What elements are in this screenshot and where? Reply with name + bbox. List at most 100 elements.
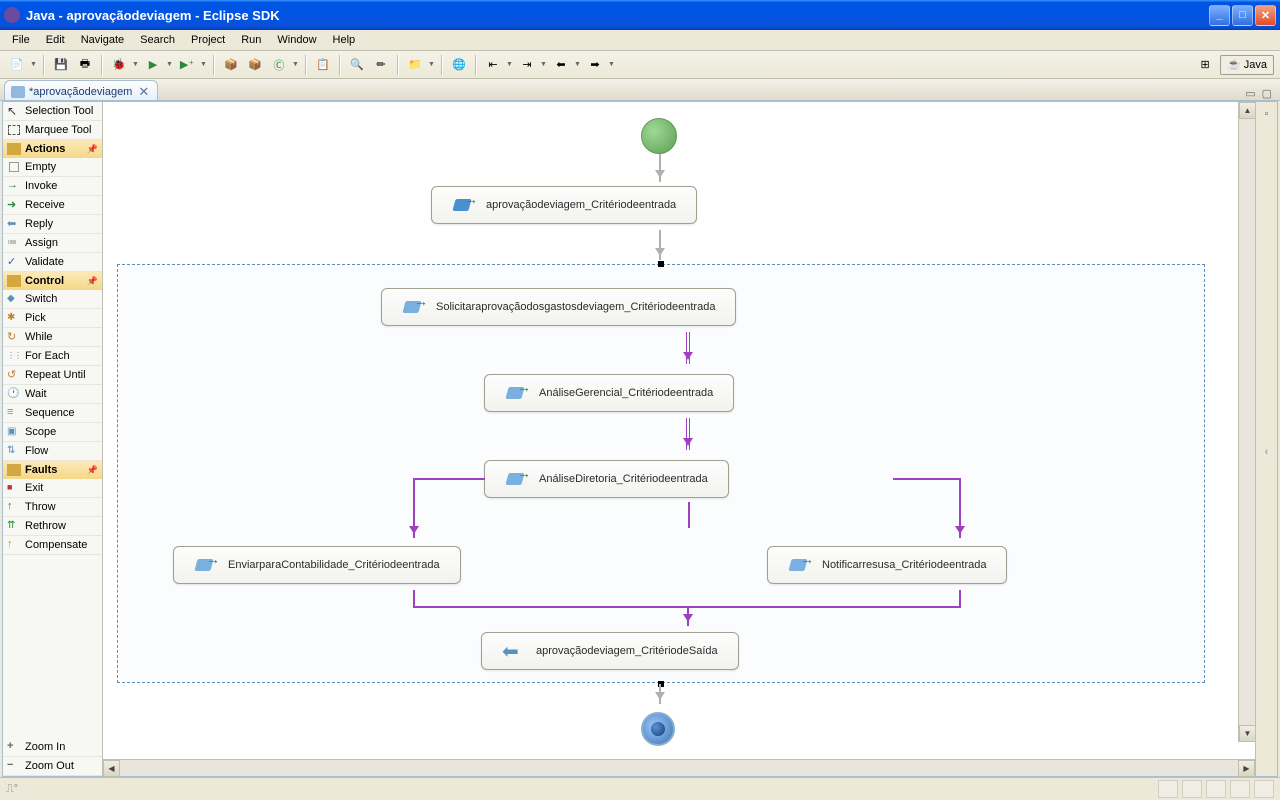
- activity-invoke-solicitar[interactable]: Solicitaraprovaçãodosgastosdeviagem_Crit…: [381, 288, 736, 326]
- tb-fwd[interactable]: ➡: [584, 54, 606, 76]
- activity-label: aprovaçãodeviagem_Critériodeentrada: [486, 199, 676, 211]
- tb-search[interactable]: 🔍: [346, 54, 368, 76]
- vertical-scrollbar[interactable]: ▲ ▼: [1238, 102, 1255, 742]
- scroll-down-button[interactable]: ▼: [1239, 725, 1255, 742]
- pin-icon[interactable]: 📌: [87, 465, 98, 476]
- palette-while[interactable]: While: [3, 328, 102, 347]
- compensate-icon: [7, 538, 21, 552]
- palette-pick[interactable]: Pick: [3, 309, 102, 328]
- palette-switch[interactable]: Switch: [3, 290, 102, 309]
- palette-receive[interactable]: Receive: [3, 196, 102, 215]
- scroll-left-button[interactable]: ◀: [103, 760, 120, 777]
- menu-navigate[interactable]: Navigate: [73, 32, 132, 48]
- scroll-up-button[interactable]: ▲: [1239, 102, 1255, 119]
- tb-open-type[interactable]: 📋: [312, 54, 334, 76]
- menu-file[interactable]: File: [4, 32, 38, 48]
- palette-zoom-out[interactable]: Zoom Out: [3, 757, 102, 776]
- diagram-canvas[interactable]: aprovaçãodeviagem_Critériodeentrada Soli…: [103, 102, 1255, 759]
- palette-validate[interactable]: Validate: [3, 253, 102, 272]
- tb-ext-tools[interactable]: ▶⁺: [176, 54, 198, 76]
- status-icon[interactable]: [1182, 780, 1202, 798]
- palette-item-label: Throw: [25, 501, 56, 513]
- tb-nav1[interactable]: ⇤: [482, 54, 504, 76]
- chevron-left-icon[interactable]: ‹: [1265, 446, 1269, 458]
- palette-header-label: Control: [25, 275, 64, 287]
- status-icon[interactable]: [1158, 780, 1178, 798]
- pin-icon[interactable]: 📌: [87, 276, 98, 287]
- tb-print[interactable]: 🖶: [74, 54, 96, 76]
- palette-assign[interactable]: Assign: [3, 234, 102, 253]
- status-icon[interactable]: [1254, 780, 1274, 798]
- palette: Selection Tool Marquee Tool Actions 📌 Em…: [3, 102, 103, 776]
- activity-invoke-gerencial[interactable]: AnáliseGerencial_Critériodeentrada: [484, 374, 734, 412]
- palette-flow[interactable]: Flow: [3, 442, 102, 461]
- palette-marquee-tool[interactable]: Marquee Tool: [3, 121, 102, 140]
- tb-save[interactable]: 💾: [50, 54, 72, 76]
- scroll-right-button[interactable]: ▶: [1238, 760, 1255, 777]
- statusbar: ⎍°: [0, 777, 1280, 800]
- end-node[interactable]: [641, 712, 675, 746]
- tab-close-icon[interactable]: ✕: [136, 84, 151, 100]
- java-icon: ☕: [1227, 58, 1241, 71]
- palette-reply[interactable]: Reply: [3, 215, 102, 234]
- tb-run[interactable]: ▶: [142, 54, 164, 76]
- palette-repeat[interactable]: Repeat Until: [3, 366, 102, 385]
- window-titlebar: Java - aprovaçãodeviagem - Eclipse SDK _…: [0, 0, 1280, 30]
- tb-annotate[interactable]: ✏: [370, 54, 392, 76]
- palette-item-label: Switch: [25, 293, 57, 305]
- palette-wait[interactable]: Wait: [3, 385, 102, 404]
- palette-zoom-in[interactable]: Zoom In: [3, 738, 102, 757]
- tb-folder[interactable]: 📁: [404, 54, 426, 76]
- palette-exit[interactable]: Exit: [3, 479, 102, 498]
- menu-project[interactable]: Project: [183, 32, 233, 48]
- status-icon[interactable]: [1206, 780, 1226, 798]
- minimize-view-icon[interactable]: ▭: [1245, 87, 1255, 100]
- horizontal-scrollbar[interactable]: ◀ ▶: [103, 759, 1255, 776]
- activity-receive-main[interactable]: aprovaçãodeviagem_Critériodeentrada: [431, 186, 697, 224]
- tb-web[interactable]: 🌐: [448, 54, 470, 76]
- menu-help[interactable]: Help: [325, 32, 364, 48]
- resize-handle[interactable]: [658, 261, 664, 267]
- close-button[interactable]: ✕: [1255, 5, 1276, 26]
- start-node[interactable]: [641, 118, 677, 154]
- activity-invoke-contabilidade[interactable]: EnviarparaContabilidade_Critériodeentrad…: [173, 546, 461, 584]
- menu-search[interactable]: Search: [132, 32, 183, 48]
- activity-reply-saida[interactable]: aprovaçãodeviagem_CritériodeSaída: [481, 632, 739, 670]
- tb-debug[interactable]: 🐞: [108, 54, 130, 76]
- palette-invoke[interactable]: Invoke: [3, 177, 102, 196]
- pin-icon[interactable]: 📌: [87, 144, 98, 155]
- invoke-icon: [505, 469, 529, 489]
- tb-new-package[interactable]: 📦: [220, 54, 242, 76]
- palette-empty[interactable]: Empty: [3, 158, 102, 177]
- editor-tab[interactable]: *aprovaçãodeviagem ✕: [4, 80, 158, 100]
- palette-selection-tool[interactable]: Selection Tool: [3, 102, 102, 121]
- palette-header-faults[interactable]: Faults 📌: [3, 461, 102, 479]
- palette-sequence[interactable]: Sequence: [3, 404, 102, 423]
- perspective-switcher[interactable]: ⊞: [1194, 54, 1216, 76]
- tb-new-class[interactable]: Ⓒ: [268, 54, 290, 76]
- palette-throw[interactable]: Throw: [3, 498, 102, 517]
- palette-header-actions[interactable]: Actions 📌: [3, 140, 102, 158]
- tb-new-type[interactable]: 📦: [244, 54, 266, 76]
- activity-invoke-diretoria[interactable]: AnáliseDiretoria_Critériodeentrada: [484, 460, 729, 498]
- restore-view-icon[interactable]: ▫: [1265, 108, 1269, 120]
- palette-header-control[interactable]: Control 📌: [3, 272, 102, 290]
- palette-compensate[interactable]: Compensate: [3, 536, 102, 555]
- menu-window[interactable]: Window: [269, 32, 324, 48]
- palette-scope[interactable]: Scope: [3, 423, 102, 442]
- activity-invoke-notificar[interactable]: Notificarresusa_Critériodeentrada: [767, 546, 1007, 584]
- palette-rethrow[interactable]: Rethrow: [3, 517, 102, 536]
- tb-back[interactable]: ⬅: [550, 54, 572, 76]
- tb-nav2[interactable]: ⇥: [516, 54, 538, 76]
- minimize-button[interactable]: _: [1209, 5, 1230, 26]
- palette-foreach[interactable]: For Each: [3, 347, 102, 366]
- maximize-view-icon[interactable]: ▢: [1262, 87, 1272, 100]
- menu-run[interactable]: Run: [233, 32, 269, 48]
- tb-new[interactable]: 📄: [6, 54, 28, 76]
- activity-label: aprovaçãodeviagem_CritériodeSaída: [536, 645, 718, 657]
- palette-item-label: Pick: [25, 312, 46, 324]
- status-icon[interactable]: [1230, 780, 1250, 798]
- maximize-button[interactable]: □: [1232, 5, 1253, 26]
- menu-edit[interactable]: Edit: [38, 32, 73, 48]
- perspective-java[interactable]: ☕ Java: [1220, 55, 1274, 75]
